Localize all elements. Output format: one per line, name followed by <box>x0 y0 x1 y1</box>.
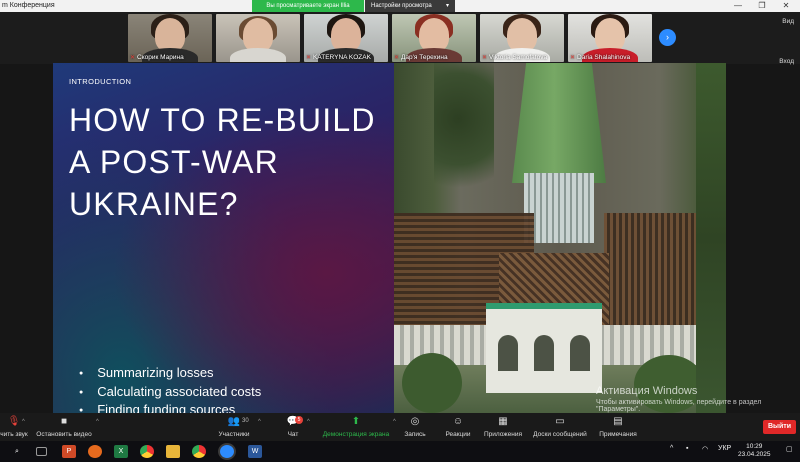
participant-tile[interactable]: ✕ Скорик Марина <box>128 14 212 62</box>
powerpoint-icon[interactable]: P <box>62 445 76 458</box>
slide-bullet: Finding funding sources <box>79 402 261 413</box>
zoom-icon[interactable] <box>220 445 234 458</box>
mic-muted-icon: ✕ <box>394 55 400 61</box>
clock-date: 23.04.2025 <box>738 451 771 458</box>
participant-name: Скорик Марина <box>137 54 184 61</box>
participant-tile[interactable] <box>216 14 300 62</box>
screen: m Конференция Вы просматриваете экран Il… <box>0 0 800 462</box>
slide-bullet: Summarizing losses <box>79 365 261 384</box>
tray-chevron-icon[interactable]: ^ <box>670 445 673 452</box>
chrome-icon[interactable] <box>140 445 154 458</box>
notifications-icon[interactable]: ▢ <box>786 445 793 453</box>
input-language[interactable]: УКР <box>718 445 731 452</box>
aerial-photo-damaged-building <box>394 63 726 413</box>
maximize-button[interactable]: ❐ <box>750 0 774 12</box>
chat-options-caret[interactable]: ^ <box>307 419 310 425</box>
participant-tile[interactable]: ✕ Viktoria Samofatova <box>480 14 564 62</box>
notes-button[interactable]: ▤ Примечания <box>597 416 639 438</box>
minimize-button[interactable]: — <box>726 0 750 12</box>
watermark-text: "Параметры". <box>596 406 641 413</box>
participant-tile[interactable]: ✕ Daria Shalahinova <box>568 14 652 62</box>
reactions-button[interactable]: ☺ Реакции <box>443 416 473 438</box>
smiley-icon: ☺ <box>452 416 464 427</box>
share-screen-icon: ⬆ <box>351 416 361 427</box>
participant-name: Daria Shalahinova <box>577 54 631 61</box>
excel-icon[interactable]: X <box>114 445 128 458</box>
slide-bullet: Calculating associated costs <box>79 384 261 403</box>
watermark-text: Чтобы активировать Windows, перейдите в … <box>596 399 762 406</box>
wifi-icon[interactable]: ◠ <box>702 445 708 453</box>
slide-bullet-list: Summarizing losses Calculating associate… <box>79 365 261 413</box>
mic-muted-icon: ✕ <box>570 55 576 61</box>
firefox-icon[interactable] <box>88 445 102 458</box>
apps-grid-icon: ▦ <box>498 416 508 427</box>
participants-icon: 👥 <box>227 416 241 427</box>
next-participants-button[interactable]: › <box>659 29 676 46</box>
taskbar-clock[interactable]: 10:29 23.04.2025 <box>738 443 771 459</box>
windows-taskbar: ⌕ P X W ^ ▪ ◠ УКР 10:29 23.04.2025 ▢ <box>0 441 800 462</box>
participant-name: Viktoria Samofatova <box>489 54 548 61</box>
participant-name: Дар'я Терехина <box>401 54 448 61</box>
word-icon[interactable]: W <box>248 445 262 458</box>
slide-title: HOW TO RE-BUILD A POST-WAR UKRAINE? <box>69 102 376 222</box>
meeting-toolbar: 🎙 чить звук ^ ■ Остановить видео ^ 👥 30 … <box>0 413 800 441</box>
mic-muted-icon: ✕ <box>306 55 312 61</box>
participant-tile[interactable]: ✕ KATERYNA KOZAK <box>304 14 388 62</box>
audio-options-caret[interactable]: ^ <box>22 419 25 425</box>
share-options-caret[interactable]: ^ <box>393 419 396 425</box>
share-screen-button[interactable]: ⬆ Демонстрация экрана <box>320 416 392 438</box>
participants-button[interactable]: 👥 30 Участники <box>212 416 256 438</box>
close-button[interactable]: ✕ <box>774 0 798 12</box>
participants-options-caret[interactable]: ^ <box>258 419 261 425</box>
chat-button[interactable]: 💬 5 Чат <box>281 416 305 438</box>
video-options-caret[interactable]: ^ <box>96 419 99 425</box>
chevron-down-icon: ▾ <box>445 3 449 9</box>
shared-slide: INTRODUCTION HOW TO RE-BUILD A POST-WAR … <box>53 63 394 413</box>
stop-video-button[interactable]: ■ Остановить видео <box>34 416 94 438</box>
window-titlebar: m Конференция Вы просматриваете экран Il… <box>0 0 800 12</box>
search-icon[interactable]: ⌕ <box>10 445 24 458</box>
participant-count: 30 <box>242 418 249 424</box>
record-button[interactable]: ◎ Запись <box>401 416 429 438</box>
task-view-icon[interactable] <box>36 447 47 456</box>
video-camera-icon: ■ <box>60 416 68 427</box>
participant-strip: ✕ Скорик Марина ✕ KATERYNA KOZAK ✕ Дар'я Те… <box>0 12 800 64</box>
view-settings-button[interactable]: Настройки просмотра ▾ <box>365 0 455 12</box>
sign-in-link[interactable]: Вход <box>779 58 794 65</box>
chat-unread-badge: 5 <box>295 416 303 424</box>
camera-icon[interactable]: ▪ <box>686 445 688 452</box>
record-icon: ◎ <box>410 416 420 427</box>
watermark-title: Активация Windows <box>596 385 698 397</box>
mic-muted-icon: ✕ <box>482 55 488 61</box>
leave-meeting-button[interactable]: Выйти <box>763 420 796 434</box>
participant-name: KATERYNA KOZAK <box>313 54 371 61</box>
view-settings-label: Настройки просмотра <box>371 3 432 9</box>
participant-tile[interactable]: ✕ Дар'я Терехина <box>392 14 476 62</box>
app-title: m Конференция <box>2 2 55 9</box>
file-explorer-icon[interactable] <box>166 445 180 458</box>
mic-muted-icon: ✕ <box>130 55 136 61</box>
windows-activation-watermark: Активация Windows Чтобы активировать Win… <box>596 385 761 413</box>
notes-icon: ▤ <box>613 416 623 427</box>
clock-time: 10:29 <box>746 443 763 450</box>
chrome-icon[interactable] <box>192 445 206 458</box>
view-menu-button[interactable]: Вид <box>782 18 794 25</box>
apps-button[interactable]: ▦ Приложения <box>482 416 524 438</box>
screen-share-badge: Вы просматриваете экран Illia <box>252 0 364 12</box>
slide-section-label: INTRODUCTION <box>69 77 132 86</box>
whiteboard-icon: ▭ <box>555 416 565 427</box>
whiteboards-button[interactable]: ▭ Доски сообщений <box>531 416 589 438</box>
